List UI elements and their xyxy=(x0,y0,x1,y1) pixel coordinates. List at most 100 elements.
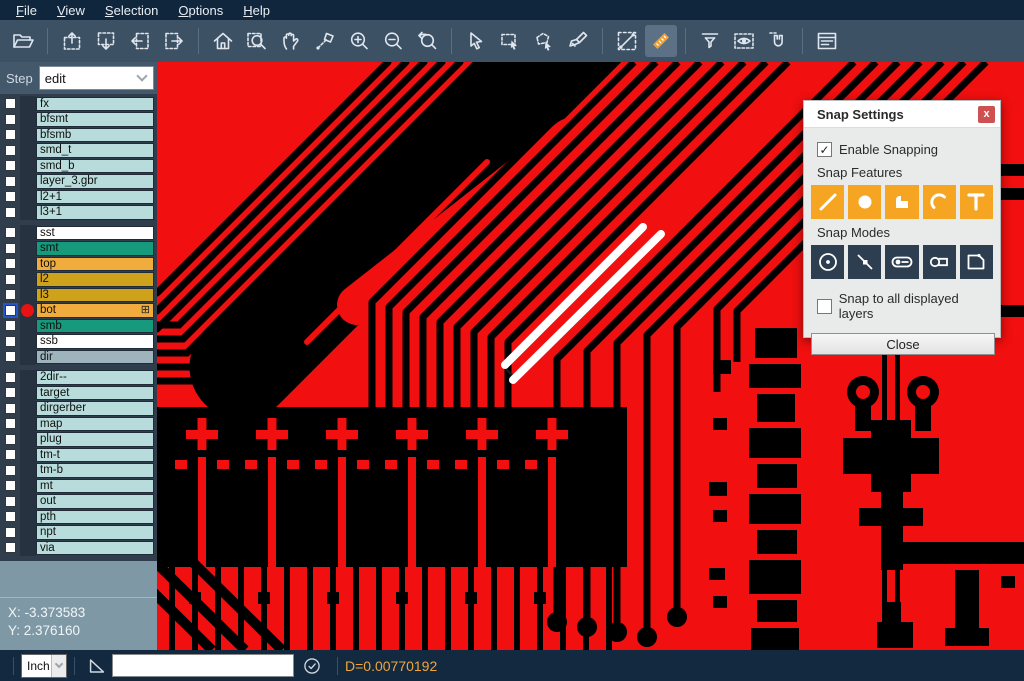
step-select[interactable]: edit xyxy=(39,66,154,90)
layer-name[interactable]: l2 xyxy=(36,272,154,287)
snap-mode-outline-button[interactable] xyxy=(960,245,993,279)
layer-checkbox[interactable] xyxy=(5,243,16,254)
layer-name[interactable]: mt xyxy=(36,479,154,494)
menu-view[interactable]: View xyxy=(47,2,95,19)
dialog-close-button[interactable]: x xyxy=(978,106,995,123)
select-rectangle-button[interactable] xyxy=(494,25,526,57)
pan-down-button[interactable] xyxy=(90,25,122,57)
menu-help[interactable]: Help xyxy=(233,2,280,19)
layer-name[interactable]: layer_3.gbr xyxy=(36,174,154,189)
open-file-button[interactable] xyxy=(7,25,39,57)
layer-checkbox[interactable] xyxy=(5,129,16,140)
ruler-button[interactable] xyxy=(645,25,677,57)
select-arrow-button[interactable] xyxy=(460,25,492,57)
layer-name[interactable]: via xyxy=(36,541,154,556)
layer-name[interactable]: smt xyxy=(36,241,154,256)
layer-name[interactable]: l3 xyxy=(36,288,154,303)
layer-name[interactable]: 2dir-- xyxy=(36,370,154,385)
layer-name[interactable]: dir xyxy=(36,350,154,365)
layer-checkbox[interactable] xyxy=(5,176,16,187)
snap-all-layers-checkbox[interactable] xyxy=(817,299,832,314)
select-brush-button[interactable] xyxy=(562,25,594,57)
layer-name[interactable]: l2+1 xyxy=(36,190,154,205)
layer-checkbox[interactable] xyxy=(5,160,16,171)
zoom-out-button[interactable] xyxy=(377,25,409,57)
layer-name[interactable]: tm-t xyxy=(36,448,154,463)
layer-name[interactable]: out xyxy=(36,494,154,509)
layer-checkbox[interactable] xyxy=(5,145,16,156)
snap-feature-pad-button[interactable] xyxy=(848,185,881,219)
layer-checkbox[interactable] xyxy=(5,527,16,538)
menu-file[interactable]: File xyxy=(6,2,47,19)
layer-name[interactable]: tm-b xyxy=(36,463,154,478)
query-form-button[interactable] xyxy=(811,25,843,57)
layer-checkbox[interactable] xyxy=(5,305,16,316)
measure-button[interactable] xyxy=(611,25,643,57)
layer-checkbox[interactable] xyxy=(5,207,16,218)
layer-name[interactable]: top xyxy=(36,257,154,272)
snap-feature-arc-button[interactable] xyxy=(923,185,956,219)
snap-mode-slot-button[interactable] xyxy=(923,245,956,279)
layer-checkbox[interactable] xyxy=(5,418,16,429)
layer-name[interactable]: smd_t xyxy=(36,143,154,158)
layer-checkbox[interactable] xyxy=(5,98,16,109)
layer-checkbox[interactable] xyxy=(5,274,16,285)
layer-name[interactable]: fx xyxy=(36,97,154,112)
layer-name[interactable]: smd_b xyxy=(36,159,154,174)
pan-hand-button[interactable] xyxy=(275,25,307,57)
dialog-titlebar[interactable]: Snap Settings x xyxy=(804,101,1000,128)
layer-checkbox[interactable] xyxy=(5,227,16,238)
move-vertex-button[interactable] xyxy=(309,25,341,57)
snap-feature-line-button[interactable] xyxy=(811,185,844,219)
layer-name[interactable]: target xyxy=(36,386,154,401)
pan-right-button[interactable] xyxy=(158,25,190,57)
layer-checkbox[interactable] xyxy=(5,465,16,476)
menu-selection[interactable]: Selection xyxy=(95,2,168,19)
layer-name[interactable]: dirgerber xyxy=(36,401,154,416)
layer-name[interactable]: smb xyxy=(36,319,154,334)
layer-name[interactable]: plug xyxy=(36,432,154,447)
layer-checkbox[interactable] xyxy=(5,114,16,125)
snap-feature-surface-button[interactable] xyxy=(885,185,918,219)
pan-up-button[interactable] xyxy=(56,25,88,57)
snap-mode-center-button[interactable] xyxy=(811,245,844,279)
layer-name[interactable]: map xyxy=(36,417,154,432)
home-view-button[interactable] xyxy=(207,25,239,57)
sync-icon[interactable] xyxy=(302,656,322,676)
layer-checkbox[interactable] xyxy=(5,403,16,414)
layer-name[interactable]: l3+1 xyxy=(36,205,154,220)
layer-checkbox[interactable] xyxy=(5,320,16,331)
layer-checkbox[interactable] xyxy=(5,372,16,383)
layer-checkbox[interactable] xyxy=(5,387,16,398)
highlight-view-button[interactable] xyxy=(728,25,760,57)
layer-checkbox[interactable] xyxy=(5,511,16,522)
layer-checkbox[interactable] xyxy=(5,496,16,507)
layer-checkbox[interactable] xyxy=(5,434,16,445)
snap-feature-text-button[interactable] xyxy=(960,185,993,219)
layer-checkbox[interactable] xyxy=(5,449,16,460)
zoom-window-button[interactable] xyxy=(241,25,273,57)
layer-checkbox[interactable] xyxy=(5,191,16,202)
select-polygon-button[interactable] xyxy=(528,25,560,57)
layer-name[interactable]: sst xyxy=(36,226,154,241)
layer-name[interactable]: bot⊞ xyxy=(36,303,154,318)
layer-checkbox[interactable] xyxy=(5,542,16,553)
layer-name[interactable]: bfsmb xyxy=(36,128,154,143)
layer-checkbox[interactable] xyxy=(5,336,16,347)
close-button[interactable]: Close xyxy=(811,333,995,355)
menu-options[interactable]: Options xyxy=(168,2,233,19)
layer-checkbox[interactable] xyxy=(5,289,16,300)
layer-name[interactable]: pth xyxy=(36,510,154,525)
zoom-in-button[interactable] xyxy=(343,25,375,57)
snap-mode-midpoint-button[interactable] xyxy=(848,245,881,279)
unit-select[interactable]: Inch xyxy=(21,654,67,678)
layer-name[interactable]: bfsmt xyxy=(36,112,154,127)
filter-button[interactable] xyxy=(694,25,726,57)
layer-checkbox[interactable] xyxy=(5,351,16,362)
snap-mode-slot-line-button[interactable] xyxy=(885,245,918,279)
enable-snapping-checkbox[interactable] xyxy=(817,142,832,157)
command-input[interactable] xyxy=(112,654,294,677)
layer-name[interactable]: ssb xyxy=(36,334,154,349)
zoom-previous-button[interactable] xyxy=(411,25,443,57)
layer-checkbox[interactable] xyxy=(5,480,16,491)
